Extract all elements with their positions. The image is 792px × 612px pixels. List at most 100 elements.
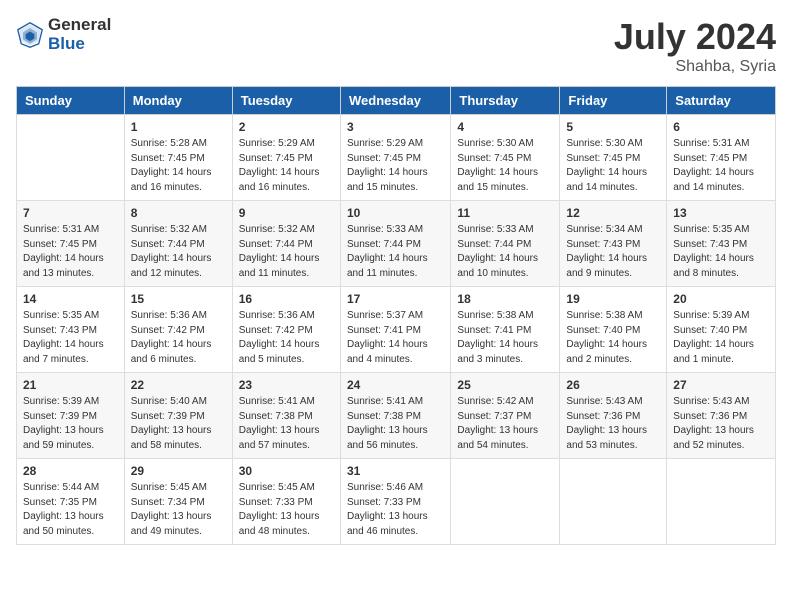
- day-info: Sunrise: 5:43 AM Sunset: 7:36 PM Dayligh…: [673, 395, 769, 453]
- day-number: 12: [566, 206, 660, 220]
- calendar-cell: 12 Sunrise: 5:34 AM Sunset: 7:43 PM Dayli…: [560, 201, 667, 287]
- day-number: 27: [673, 378, 769, 392]
- day-number: 25: [457, 378, 553, 392]
- day-info: Sunrise: 5:31 AM Sunset: 7:45 PM Dayligh…: [673, 137, 769, 195]
- day-number: 14: [23, 292, 118, 306]
- logo-general-text: General: [48, 16, 111, 35]
- calendar-cell: 15 Sunrise: 5:36 AM Sunset: 7:42 PM Dayli…: [124, 287, 232, 373]
- day-info: Sunrise: 5:32 AM Sunset: 7:44 PM Dayligh…: [131, 223, 226, 281]
- weekday-header-tuesday: Tuesday: [232, 87, 340, 115]
- day-number: 6: [673, 120, 769, 134]
- calendar-cell: [667, 459, 776, 545]
- day-info: Sunrise: 5:33 AM Sunset: 7:44 PM Dayligh…: [457, 223, 553, 281]
- day-info: Sunrise: 5:30 AM Sunset: 7:45 PM Dayligh…: [457, 137, 553, 195]
- day-info: Sunrise: 5:39 AM Sunset: 7:40 PM Dayligh…: [673, 309, 769, 367]
- day-number: 5: [566, 120, 660, 134]
- day-number: 17: [347, 292, 444, 306]
- logo-text: General Blue: [48, 16, 111, 53]
- calendar-cell: 31Sunrise: 5:46 AM Sunset: 7:33 PM Dayli…: [340, 459, 450, 545]
- calendar-cell: 5Sunrise: 5:30 AM Sunset: 7:45 PM Daylig…: [560, 115, 667, 201]
- calendar-cell: 1 Sunrise: 5:28 AM Sunset: 7:45 PM Daylig…: [124, 115, 232, 201]
- calendar-week-1: 1 Sunrise: 5:28 AM Sunset: 7:45 PM Daylig…: [17, 115, 776, 201]
- calendar-cell: 28 Sunrise: 5:44 AM Sunset: 7:35 PM Dayli…: [17, 459, 125, 545]
- calendar-cell: 11 Sunrise: 5:33 AM Sunset: 7:44 PM Dayli…: [451, 201, 560, 287]
- calendar-header-row: SundayMondayTuesdayWednesdayThursdayFrid…: [17, 87, 776, 115]
- day-info: Sunrise: 5:35 AM Sunset: 7:43 PM Dayligh…: [673, 223, 769, 281]
- weekday-header-thursday: Thursday: [451, 87, 560, 115]
- day-number: 2: [239, 120, 334, 134]
- weekday-header-sunday: Sunday: [17, 87, 125, 115]
- day-info: Sunrise: 5:29 AM Sunset: 7:45 PM Dayligh…: [347, 137, 444, 195]
- calendar-table: SundayMondayTuesdayWednesdayThursdayFrid…: [16, 86, 776, 545]
- calendar-cell: 14 Sunrise: 5:35 AM Sunset: 7:43 PM Dayli…: [17, 287, 125, 373]
- weekday-header-wednesday: Wednesday: [340, 87, 450, 115]
- day-info: Sunrise: 5:36 AM Sunset: 7:42 PM Dayligh…: [131, 309, 226, 367]
- day-info: Sunrise: 5:45 AM Sunset: 7:34 PM Dayligh…: [131, 481, 226, 539]
- calendar-cell: 6 Sunrise: 5:31 AM Sunset: 7:45 PM Daylig…: [667, 115, 776, 201]
- calendar-cell: 9 Sunrise: 5:32 AM Sunset: 7:44 PM Daylig…: [232, 201, 340, 287]
- calendar-cell: 21 Sunrise: 5:39 AM Sunset: 7:39 PM Dayli…: [17, 373, 125, 459]
- calendar-cell: 8Sunrise: 5:32 AM Sunset: 7:44 PM Daylig…: [124, 201, 232, 287]
- logo-icon: [16, 21, 44, 49]
- calendar-title: July 2024: [614, 16, 776, 58]
- calendar-cell: [17, 115, 125, 201]
- calendar-cell: 19 Sunrise: 5:38 AM Sunset: 7:40 PM Dayli…: [560, 287, 667, 373]
- day-info: Sunrise: 5:28 AM Sunset: 7:45 PM Dayligh…: [131, 137, 226, 195]
- calendar-cell: 4 Sunrise: 5:30 AM Sunset: 7:45 PM Daylig…: [451, 115, 560, 201]
- day-info: Sunrise: 5:45 AM Sunset: 7:33 PM Dayligh…: [239, 481, 334, 539]
- day-info: Sunrise: 5:32 AM Sunset: 7:44 PM Dayligh…: [239, 223, 334, 281]
- day-info: Sunrise: 5:37 AM Sunset: 7:41 PM Dayligh…: [347, 309, 444, 367]
- day-number: 1: [131, 120, 226, 134]
- calendar-cell: 24 Sunrise: 5:41 AM Sunset: 7:38 PM Dayli…: [340, 373, 450, 459]
- calendar-week-3: 14 Sunrise: 5:35 AM Sunset: 7:43 PM Dayli…: [17, 287, 776, 373]
- weekday-header-monday: Monday: [124, 87, 232, 115]
- day-info: Sunrise: 5:40 AM Sunset: 7:39 PM Dayligh…: [131, 395, 226, 453]
- calendar-cell: 13 Sunrise: 5:35 AM Sunset: 7:43 PM Dayli…: [667, 201, 776, 287]
- day-number: 13: [673, 206, 769, 220]
- calendar-cell: 25 Sunrise: 5:42 AM Sunset: 7:37 PM Dayli…: [451, 373, 560, 459]
- day-info: Sunrise: 5:42 AM Sunset: 7:37 PM Dayligh…: [457, 395, 553, 453]
- day-info: Sunrise: 5:33 AM Sunset: 7:44 PM Dayligh…: [347, 223, 444, 281]
- calendar-cell: 20 Sunrise: 5:39 AM Sunset: 7:40 PM Dayli…: [667, 287, 776, 373]
- day-info: Sunrise: 5:41 AM Sunset: 7:38 PM Dayligh…: [347, 395, 444, 453]
- day-info: Sunrise: 5:35 AM Sunset: 7:43 PM Dayligh…: [23, 309, 118, 367]
- day-number: 10: [347, 206, 444, 220]
- day-number: 16: [239, 292, 334, 306]
- calendar-cell: 29Sunrise: 5:45 AM Sunset: 7:34 PM Dayli…: [124, 459, 232, 545]
- day-info: Sunrise: 5:29 AM Sunset: 7:45 PM Dayligh…: [239, 137, 334, 195]
- calendar-body: 1 Sunrise: 5:28 AM Sunset: 7:45 PM Daylig…: [17, 115, 776, 545]
- day-number: 20: [673, 292, 769, 306]
- logo: General Blue: [16, 16, 111, 53]
- calendar-week-2: 7Sunrise: 5:31 AM Sunset: 7:45 PM Daylig…: [17, 201, 776, 287]
- page-header: General Blue July 2024 Shahba, Syria: [16, 16, 776, 76]
- calendar-cell: [451, 459, 560, 545]
- day-number: 15: [131, 292, 226, 306]
- calendar-week-4: 21 Sunrise: 5:39 AM Sunset: 7:39 PM Dayli…: [17, 373, 776, 459]
- calendar-cell: 22Sunrise: 5:40 AM Sunset: 7:39 PM Dayli…: [124, 373, 232, 459]
- calendar-cell: 3Sunrise: 5:29 AM Sunset: 7:45 PM Daylig…: [340, 115, 450, 201]
- day-info: Sunrise: 5:34 AM Sunset: 7:43 PM Dayligh…: [566, 223, 660, 281]
- day-number: 19: [566, 292, 660, 306]
- day-number: 7: [23, 206, 118, 220]
- calendar-cell: 17 Sunrise: 5:37 AM Sunset: 7:41 PM Dayli…: [340, 287, 450, 373]
- title-block: July 2024 Shahba, Syria: [614, 16, 776, 76]
- day-info: Sunrise: 5:38 AM Sunset: 7:41 PM Dayligh…: [457, 309, 553, 367]
- logo-blue-text: Blue: [48, 35, 111, 54]
- day-number: 11: [457, 206, 553, 220]
- day-number: 4: [457, 120, 553, 134]
- day-number: 9: [239, 206, 334, 220]
- day-info: Sunrise: 5:44 AM Sunset: 7:35 PM Dayligh…: [23, 481, 118, 539]
- calendar-location: Shahba, Syria: [614, 58, 776, 76]
- calendar-cell: 30Sunrise: 5:45 AM Sunset: 7:33 PM Dayli…: [232, 459, 340, 545]
- day-number: 26: [566, 378, 660, 392]
- day-number: 21: [23, 378, 118, 392]
- day-info: Sunrise: 5:38 AM Sunset: 7:40 PM Dayligh…: [566, 309, 660, 367]
- day-number: 18: [457, 292, 553, 306]
- day-info: Sunrise: 5:39 AM Sunset: 7:39 PM Dayligh…: [23, 395, 118, 453]
- calendar-week-5: 28 Sunrise: 5:44 AM Sunset: 7:35 PM Dayli…: [17, 459, 776, 545]
- day-info: Sunrise: 5:36 AM Sunset: 7:42 PM Dayligh…: [239, 309, 334, 367]
- day-number: 24: [347, 378, 444, 392]
- day-number: 23: [239, 378, 334, 392]
- day-number: 31: [347, 464, 444, 478]
- day-number: 28: [23, 464, 118, 478]
